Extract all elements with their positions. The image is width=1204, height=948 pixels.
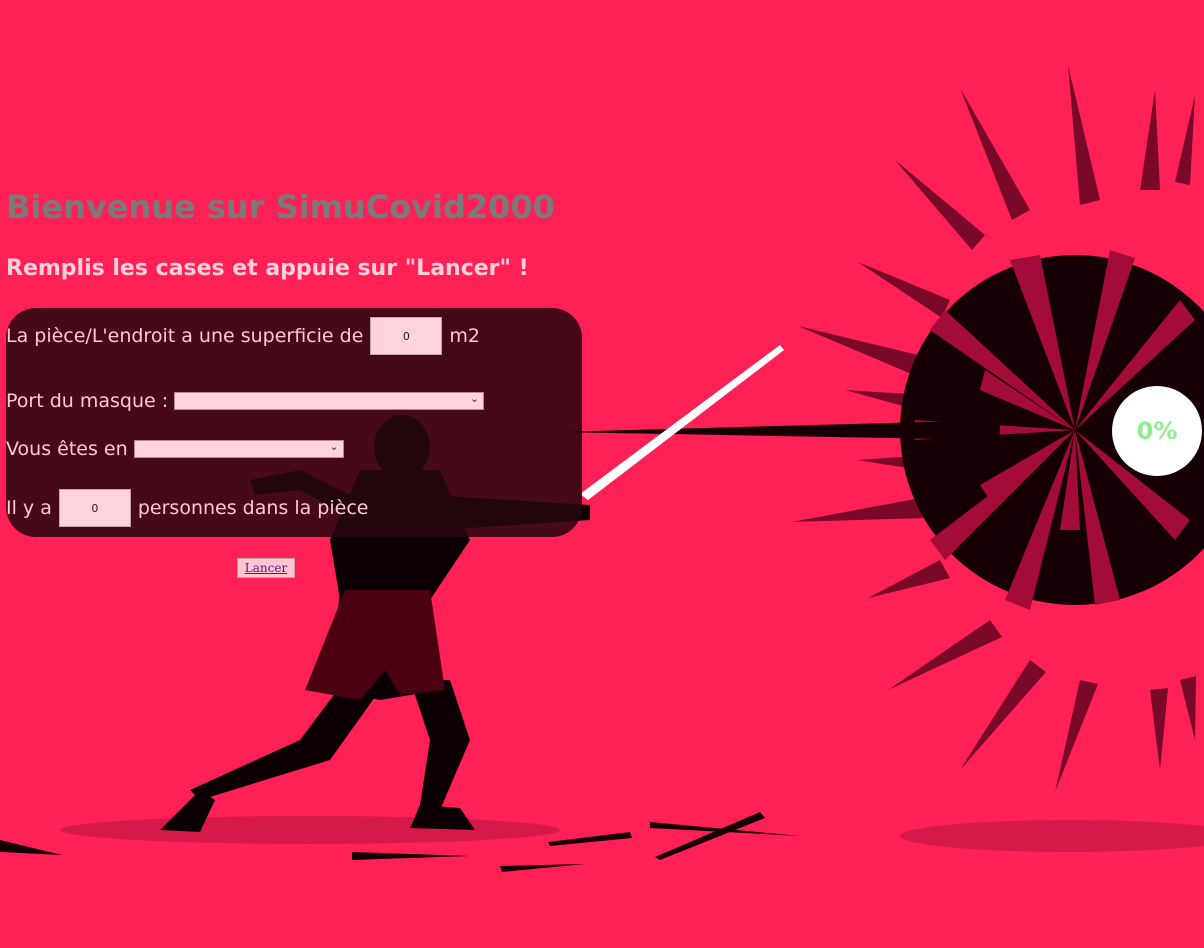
mask-select[interactable]: ⌄ <box>174 392 485 410</box>
mask-row: Port du masque : ⌄ <box>6 388 485 414</box>
sword-blade <box>580 345 784 500</box>
progress-indicator: 0% <box>1112 386 1202 476</box>
status-row: Vous êtes en ⌄ <box>6 436 344 462</box>
fencer-ground-shadow <box>60 816 560 844</box>
people-input[interactable] <box>58 489 131 527</box>
status-label: Vous êtes en <box>6 438 128 460</box>
people-label-before: Il y a <box>6 497 52 519</box>
launch-button[interactable]: Lancer <box>237 558 295 578</box>
instruction-text: Remplis les cases et appuie sur "Lancer"… <box>6 256 529 281</box>
page: Bienvenue sur SimuCovid2000 Remplis les … <box>0 0 1204 948</box>
virus-lance <box>556 420 1000 440</box>
surface-input[interactable] <box>370 317 443 355</box>
surface-unit: m2 <box>449 325 481 347</box>
people-label-after: personnes dans la pièce <box>137 497 369 519</box>
surface-row: La pièce/L'endroit a une superficie de m… <box>6 316 480 356</box>
page-title: Bienvenue sur SimuCovid2000 <box>6 188 555 226</box>
virus-ground-shadow <box>900 820 1204 852</box>
surface-label: La pièce/L'endroit a une superficie de <box>6 325 364 347</box>
people-row: Il y a personnes dans la pièce <box>6 488 368 528</box>
chevron-down-icon: ⌄ <box>469 392 480 405</box>
mask-label: Port du masque : <box>6 390 169 412</box>
progress-label: 0% <box>1136 417 1178 445</box>
chevron-down-icon: ⌄ <box>329 440 339 453</box>
status-select[interactable]: ⌄ <box>133 440 344 458</box>
